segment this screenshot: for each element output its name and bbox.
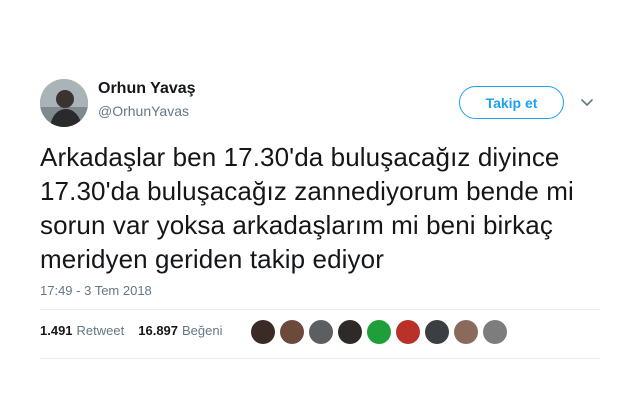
liker-avatar-2[interactable] [280, 320, 304, 344]
liker-avatar-1[interactable] [251, 320, 275, 344]
like-label[interactable]: Beğeni [182, 323, 222, 338]
like-count[interactable]: 16.897 [138, 323, 178, 338]
liker-avatar-5[interactable] [367, 320, 391, 344]
retweet-count[interactable]: 1.491 [40, 323, 73, 338]
liker-avatars [251, 320, 512, 344]
tweet-timestamp[interactable]: 17:49 - 3 Tem 2018 [40, 283, 152, 298]
tweet-stats: 1.491 Retweet 16.897 Beğeni [40, 323, 223, 338]
retweet-label[interactable]: Retweet [77, 323, 125, 338]
divider [40, 309, 600, 310]
follow-button[interactable]: Takip et [459, 86, 564, 119]
user-handle[interactable]: @OrhunYavas [98, 103, 189, 119]
liker-avatar-4[interactable] [338, 320, 362, 344]
avatar[interactable] [40, 79, 88, 127]
liker-avatar-6[interactable] [396, 320, 420, 344]
liker-avatar-8[interactable] [454, 320, 478, 344]
divider [40, 358, 600, 359]
user-name[interactable]: Orhun Yavaş [98, 80, 196, 98]
profile-photo [40, 79, 88, 127]
tweet-text: Arkadaşlar ben 17.30'da buluşacağız diyi… [40, 142, 574, 274]
liker-avatar-7[interactable] [425, 320, 449, 344]
liker-avatar-9[interactable] [483, 320, 507, 344]
chevron-down-icon[interactable] [579, 94, 595, 110]
liker-avatar-3[interactable] [309, 320, 333, 344]
